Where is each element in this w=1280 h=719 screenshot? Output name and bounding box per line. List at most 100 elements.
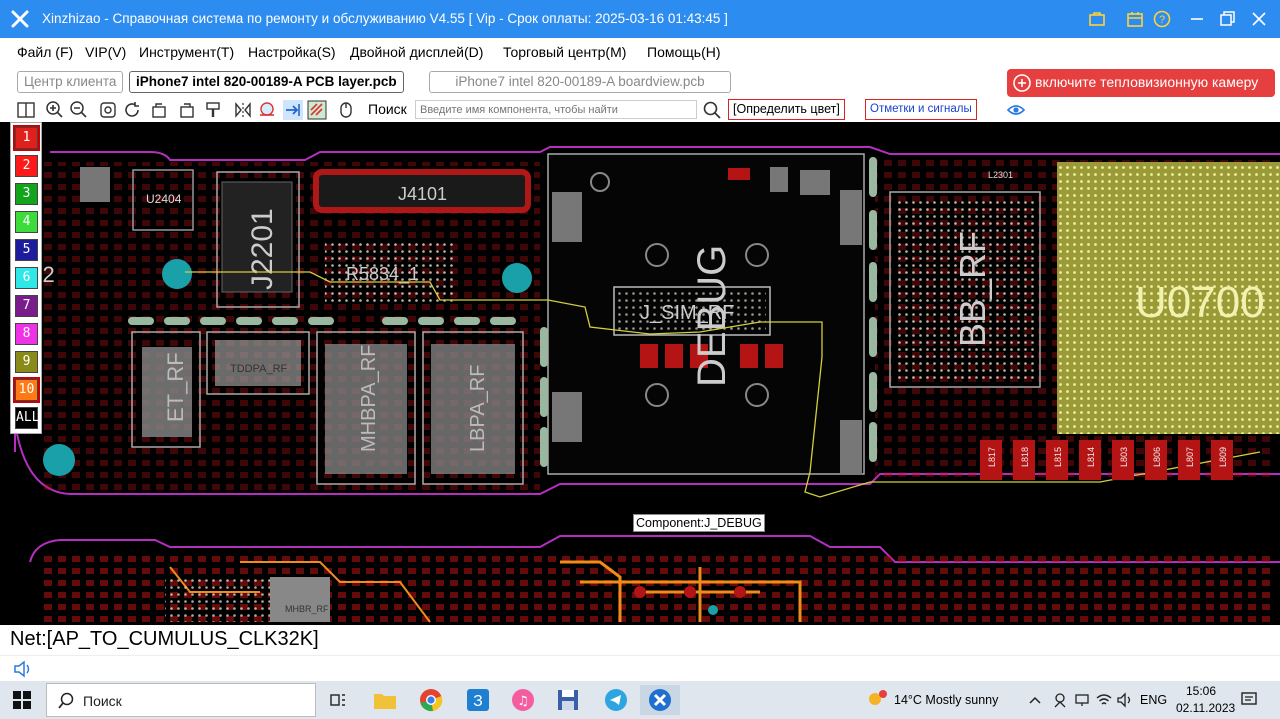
tab-boardview[interactable]: iPhone7 intel 820-00189-A boardview.pcb xyxy=(429,71,731,93)
svg-text:♫: ♫ xyxy=(517,694,529,709)
inductor-label: L818 xyxy=(1020,447,1030,467)
minimize-icon[interactable] xyxy=(1186,8,1208,30)
inductor-label: L817 xyxy=(987,447,997,467)
measure-icon[interactable] xyxy=(257,100,277,120)
tab-pcb-layer[interactable]: iPhone7 intel 820-00189-A PCB layer.pcb xyxy=(129,71,404,93)
mouse-icon[interactable] xyxy=(336,100,356,120)
menu-help[interactable]: Помощь(H) xyxy=(647,44,721,60)
bag-icon[interactable] xyxy=(1086,8,1108,30)
define-color-button[interactable]: [Определить цвет] xyxy=(728,99,845,120)
weather-text[interactable]: 14°C Mostly sunny xyxy=(894,693,998,707)
menu-tool[interactable]: Инструмент(T) xyxy=(139,44,234,60)
network-icon[interactable] xyxy=(1074,692,1090,708)
tab-bar: Центр клиента iPhone7 intel 820-00189-A … xyxy=(0,66,1280,98)
label-u0700: U0700 xyxy=(1135,278,1265,327)
chevron-up-icon[interactable] xyxy=(1028,693,1042,707)
layer-button-10[interactable]: 10 xyxy=(13,377,40,403)
layer-button-all[interactable]: ALL xyxy=(15,407,39,429)
label-tddpa: TDDPA_RF xyxy=(230,363,288,375)
search-label: Поиск xyxy=(368,101,407,117)
search-icon xyxy=(58,692,74,709)
component-tooltip: Component:J_DEBUG xyxy=(633,514,765,532)
status-bar xyxy=(0,655,1280,681)
close-icon[interactable] xyxy=(1248,8,1270,30)
menu-shop[interactable]: Торговый центр(M) xyxy=(503,44,626,60)
inductor-label: L809 xyxy=(1218,447,1228,467)
pcb-canvas[interactable]: U2404 J2201 J4101 R5834_1 502 ET_RF TDDP… xyxy=(0,122,1280,625)
zoom-out-icon[interactable] xyxy=(69,100,89,120)
label-bb-rf: BB_RF xyxy=(952,231,993,347)
xinzhizao-app-icon[interactable] xyxy=(640,685,680,715)
layer-button-9[interactable]: 9 xyxy=(15,351,38,373)
menu-bar: Файл (F) VIP(V) Инструмент(T) Настройка(… xyxy=(0,38,1280,66)
layer-button-1[interactable]: 1 xyxy=(13,125,40,151)
marks-signals-button[interactable]: Отметки и сигналы xyxy=(865,99,977,120)
chrome-icon[interactable] xyxy=(411,685,451,715)
label-l2301: L2301 xyxy=(988,170,1013,180)
wifi-icon[interactable] xyxy=(1095,692,1113,708)
tab-client-center[interactable]: Центр клиента xyxy=(17,71,124,93)
inductor-label: L807 xyxy=(1185,447,1195,467)
notifications-icon[interactable] xyxy=(1240,691,1258,709)
refresh-icon[interactable] xyxy=(122,100,142,120)
telegram-icon[interactable] xyxy=(596,685,636,715)
taskbar-search[interactable]: Поиск xyxy=(46,683,316,717)
layer-button-4[interactable]: 4 xyxy=(15,211,38,233)
layer-button-8[interactable]: 8 xyxy=(15,323,38,345)
paint-icon[interactable] xyxy=(203,100,223,120)
clock-time[interactable]: 15:06 xyxy=(1186,684,1216,698)
label-j4101: J4101 xyxy=(398,184,447,204)
meet-icon[interactable] xyxy=(1052,692,1068,708)
file-explorer-icon[interactable] xyxy=(365,685,405,715)
split-view-icon[interactable] xyxy=(16,100,36,120)
toolbar: Поиск [Определить цвет] Отметки и сигнал… xyxy=(0,98,1280,122)
fit-view-icon[interactable] xyxy=(98,100,118,120)
search-icon[interactable] xyxy=(702,100,722,120)
help-icon[interactable]: ? xyxy=(1151,8,1173,30)
thermal-camera-label: включите тепловизионную камеру xyxy=(1035,74,1259,90)
layer-button-6[interactable]: 6 xyxy=(15,267,38,289)
label-mhbpa: MHBPA_RF xyxy=(358,345,380,452)
thermal-camera-button[interactable]: включите тепловизионную камеру xyxy=(1007,69,1275,97)
flip-icon[interactable] xyxy=(283,100,303,120)
net-status: Net:[AP_TO_CUMULUS_CLK32K] xyxy=(0,625,1280,655)
task-view-icon[interactable] xyxy=(318,685,358,715)
eye-icon[interactable] xyxy=(1006,100,1026,120)
mirror-icon[interactable] xyxy=(233,100,253,120)
rotate-left-icon[interactable] xyxy=(150,100,170,120)
app-3-icon[interactable]: З xyxy=(458,685,498,715)
layer-button-2[interactable]: 2 xyxy=(15,155,38,177)
menu-file[interactable]: Файл (F) xyxy=(17,44,73,60)
app-logo-icon xyxy=(11,10,29,28)
inductor-label: L806 xyxy=(1152,447,1162,467)
menu-vip[interactable]: VIP(V) xyxy=(85,44,126,60)
label-j2201: J2201 xyxy=(246,208,279,290)
window-title: Xinzhizao - Справочная система по ремонт… xyxy=(42,11,728,26)
component-search-input[interactable] xyxy=(415,100,697,119)
weather-icon[interactable] xyxy=(865,689,889,711)
volume-icon[interactable] xyxy=(1116,692,1134,708)
layer-button-3[interactable]: 3 xyxy=(15,183,38,205)
windows-start-icon[interactable] xyxy=(2,685,42,715)
inductor-label: L814 xyxy=(1086,447,1096,467)
save-app-icon[interactable] xyxy=(548,685,588,715)
speaker-icon[interactable] xyxy=(12,659,34,679)
clock-date[interactable]: 02.11.2023 xyxy=(1176,701,1235,715)
layer-button-7[interactable]: 7 xyxy=(15,295,38,317)
label-lbpa: LBPA_RF xyxy=(467,365,489,452)
menu-settings[interactable]: Настройка(S) xyxy=(248,44,336,60)
rotate-right-icon[interactable] xyxy=(176,100,196,120)
menu-dual-display[interactable]: Двойной дисплей(D) xyxy=(350,44,483,60)
svg-text:З: З xyxy=(473,693,483,710)
windows-taskbar: Поиск З ♫ 14°C Mostly sunny ENG 15:06 02… xyxy=(0,681,1280,719)
layer-panel: 1 2 3 4 5 6 7 8 9 10 ALL xyxy=(10,122,42,434)
restore-icon[interactable] xyxy=(1216,8,1238,30)
camera-icon xyxy=(1013,74,1031,92)
itunes-icon[interactable]: ♫ xyxy=(503,685,543,715)
zoom-in-icon[interactable] xyxy=(45,100,65,120)
inductor-label: L815 xyxy=(1053,447,1063,467)
language-indicator[interactable]: ENG xyxy=(1140,693,1167,707)
calendar-icon[interactable] xyxy=(1124,8,1146,30)
net-highlight-icon[interactable] xyxy=(307,100,327,120)
layer-button-5[interactable]: 5 xyxy=(15,239,38,261)
